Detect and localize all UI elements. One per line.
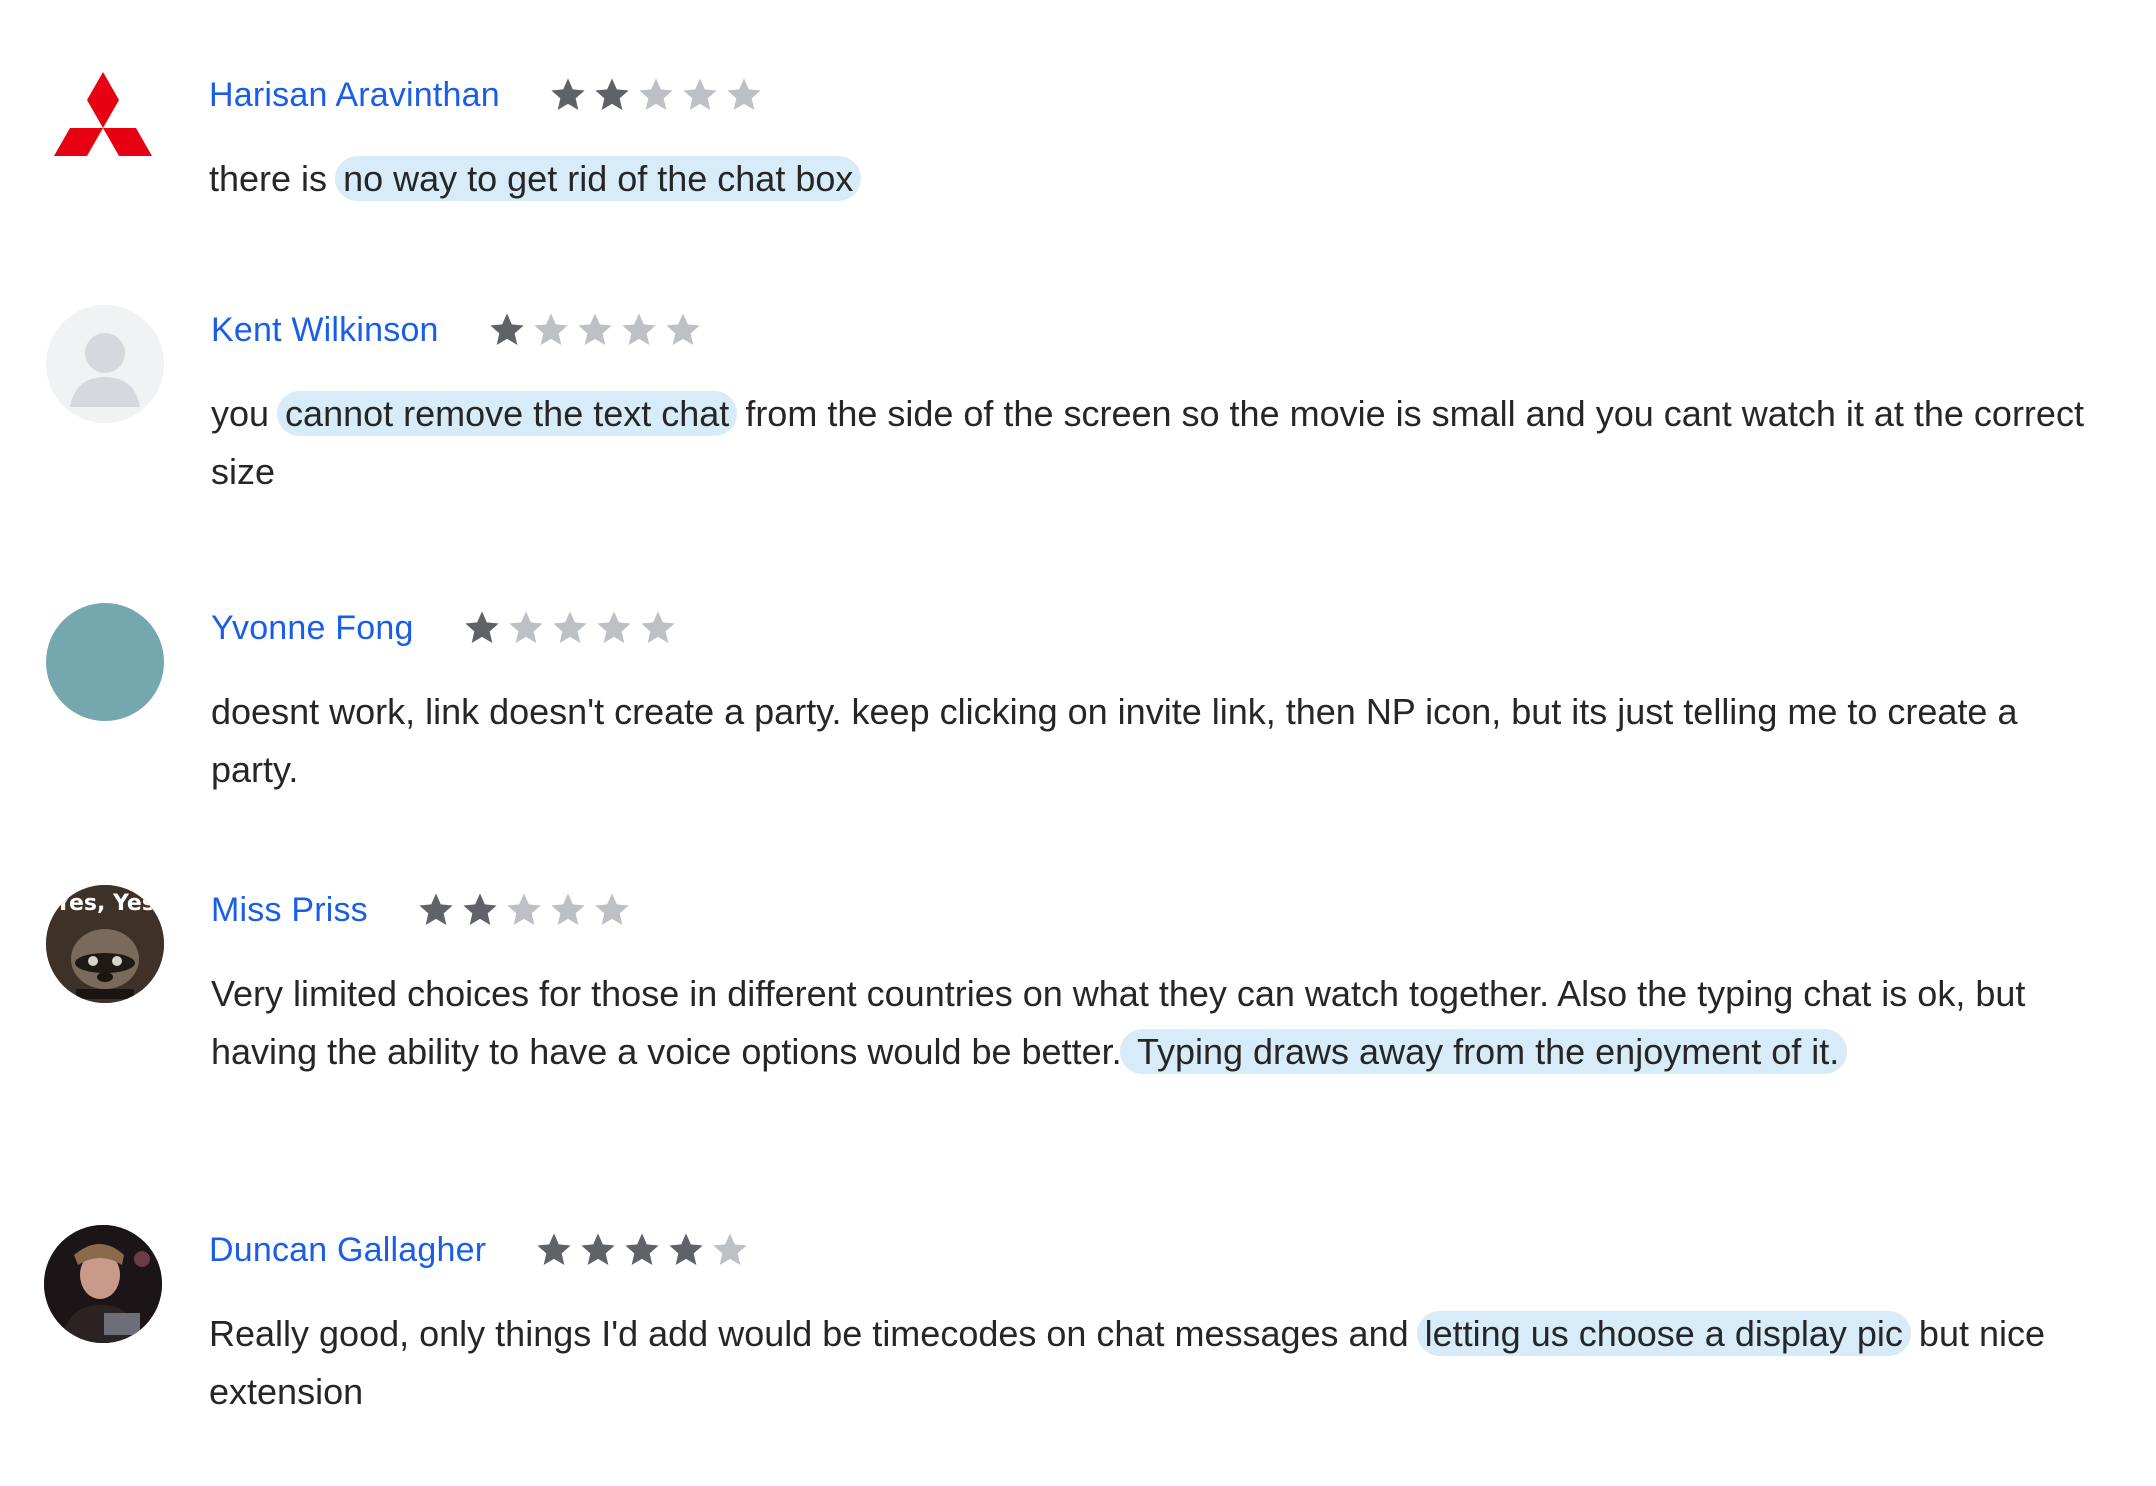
star-filled-icon — [534, 1230, 574, 1270]
avatar[interactable] — [44, 1225, 162, 1343]
avatar[interactable] — [46, 603, 164, 721]
star-filled-icon — [462, 608, 502, 648]
star-empty-icon — [724, 75, 764, 115]
review-content: Miss Priss Very limited choices for thos… — [211, 885, 2096, 1081]
star-empty-icon — [680, 75, 720, 115]
mitsubishi-logo-icon — [54, 72, 152, 156]
profile-photo-icon — [44, 1225, 162, 1343]
star-empty-icon — [548, 890, 588, 930]
highlighted-text: no way to get rid of the chat box — [335, 156, 862, 201]
star-filled-icon — [416, 890, 456, 930]
star-empty-icon — [531, 310, 571, 350]
highlighted-text: Typing draws away from the enjoyment of … — [1119, 1029, 1848, 1074]
avatar[interactable]: Yes, Yes — [46, 885, 164, 1003]
review-content: Kent Wilkinson you cannot remove the tex… — [211, 305, 2096, 501]
star-empty-icon — [506, 608, 546, 648]
highlighted-text: cannot remove the text chat — [277, 391, 738, 436]
star-filled-icon — [592, 75, 632, 115]
star-rating — [462, 608, 678, 648]
star-empty-icon — [636, 75, 676, 115]
star-filled-icon — [487, 310, 527, 350]
star-filled-icon — [578, 1230, 618, 1270]
star-empty-icon — [594, 608, 634, 648]
star-empty-icon — [504, 890, 544, 930]
review-author[interactable]: Miss Priss — [211, 891, 368, 930]
review-author[interactable]: Yvonne Fong — [211, 609, 414, 648]
avatar[interactable] — [44, 70, 162, 188]
review-text: doesnt work, link doesn't create a party… — [211, 691, 2018, 790]
star-rating — [534, 1230, 750, 1270]
star-empty-icon — [619, 310, 659, 350]
star-empty-icon — [575, 310, 615, 350]
review-text: Very limited choices for those in differ… — [211, 973, 2026, 1074]
review-text: there is no way to get rid of the chat b… — [209, 150, 2094, 208]
star-filled-icon — [460, 890, 500, 930]
star-filled-icon — [548, 75, 588, 115]
review-author[interactable]: Kent Wilkinson — [211, 311, 439, 350]
review-content: Harisan Aravinthan there is no way to ge… — [209, 70, 2094, 208]
review-author[interactable]: Duncan Gallagher — [209, 1231, 486, 1270]
avatar-caption: Yes, Yes — [55, 891, 155, 916]
person-icon — [46, 305, 164, 423]
review-text: you cannot remove the text chat from the… — [211, 391, 2084, 492]
highlighted-text: letting us choose a display pic — [1416, 1311, 1911, 1356]
review-content: Duncan Gallagher Really good, only thing… — [209, 1225, 2094, 1421]
star-rating — [548, 75, 764, 115]
star-empty-icon — [710, 1230, 750, 1270]
star-empty-icon — [550, 608, 590, 648]
star-rating — [416, 890, 632, 930]
star-filled-icon — [666, 1230, 706, 1270]
star-empty-icon — [592, 890, 632, 930]
review-text: Really good, only things I'd add would b… — [209, 1311, 2046, 1412]
review-content: Yvonne Fong doesnt work, link doesn't cr… — [211, 603, 2096, 799]
star-filled-icon — [622, 1230, 662, 1270]
avatar[interactable] — [46, 305, 164, 423]
star-empty-icon — [638, 608, 678, 648]
star-rating — [487, 310, 703, 350]
star-empty-icon — [663, 310, 703, 350]
review-author[interactable]: Harisan Aravinthan — [209, 76, 500, 115]
